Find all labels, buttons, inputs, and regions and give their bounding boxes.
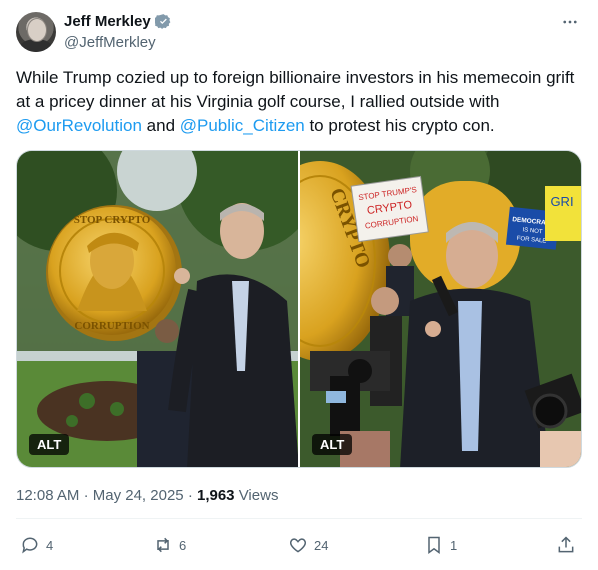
reply-count: 4 [46,537,54,553]
media-image-1[interactable]: STOP CRYPTO CORRUPTION ALT [17,151,298,467]
author-name-row[interactable]: Jeff Merkley [64,13,172,30]
reply-icon [22,537,38,554]
mention-publiccitizen-link[interactable]: @Public_Citizen [180,116,305,135]
author-name[interactable]: Jeff Merkley [64,13,151,30]
bookmark-button[interactable]: 1 [424,535,457,555]
author-handle[interactable]: @JeffMerkley [64,34,156,51]
divider [16,518,582,519]
views-count: 1,963 [196,487,235,504]
bookmark-icon [428,536,440,554]
reply-button[interactable]: 4 [20,535,53,555]
tweet-text-part1: While Trump cozied up to foreign billion… [16,68,575,111]
coin-top-text: STOP CRYPTO [74,214,151,226]
bookmark-count: 1 [450,537,458,553]
photo-coin-scene: STOP CRYPTO CORRUPTION [17,151,298,467]
photo-rally-scene: CRYPTO STOP TRUMP'S CRYPTO CORRUPTION DE… [300,151,581,467]
share-button[interactable] [556,535,576,555]
repost-count: 6 [179,537,187,553]
alt-badge-1[interactable]: ALT [29,434,70,455]
coin-bottom-text: CORRUPTION [74,320,149,332]
views-label: Views [238,487,279,504]
tweet-text: While Trump cozied up to foreign billion… [16,66,581,138]
tweet-time[interactable]: 12:08 AM [16,487,79,504]
avatar[interactable] [16,12,56,52]
meta-separator: · [83,487,89,504]
tweet-meta: 12:08 AM · May 24, 2025 · 1,963 Views [16,487,278,504]
like-count: 24 [314,537,329,553]
mention-ourrevolution-link[interactable]: @OurRevolution [16,116,142,135]
share-icon [558,536,574,553]
tweet-text-part2: and [141,116,180,135]
tweet-text-part3: to protest his crypto con. [304,116,495,135]
tweet-date[interactable]: May 24, 2025 [93,487,184,504]
repost-button[interactable]: 6 [153,535,186,555]
action-bar: 4 6 24 1 [16,535,582,559]
more-options-icon[interactable] [560,12,580,32]
meta-separator-2: · [187,487,193,504]
alt-badge-2[interactable]: ALT [312,434,353,455]
repost-icon [157,537,169,553]
like-button[interactable]: 24 [288,535,328,555]
media-image-2[interactable]: CRYPTO STOP TRUMP'S CRYPTO CORRUPTION DE… [300,151,581,467]
svg-text:GRI: GRI [550,194,573,209]
avatar-face [27,18,47,42]
media-grid: STOP CRYPTO CORRUPTION ALT CRYPTO STOP T… [16,150,582,468]
heart-icon [289,538,307,553]
verified-badge-icon [154,14,171,29]
